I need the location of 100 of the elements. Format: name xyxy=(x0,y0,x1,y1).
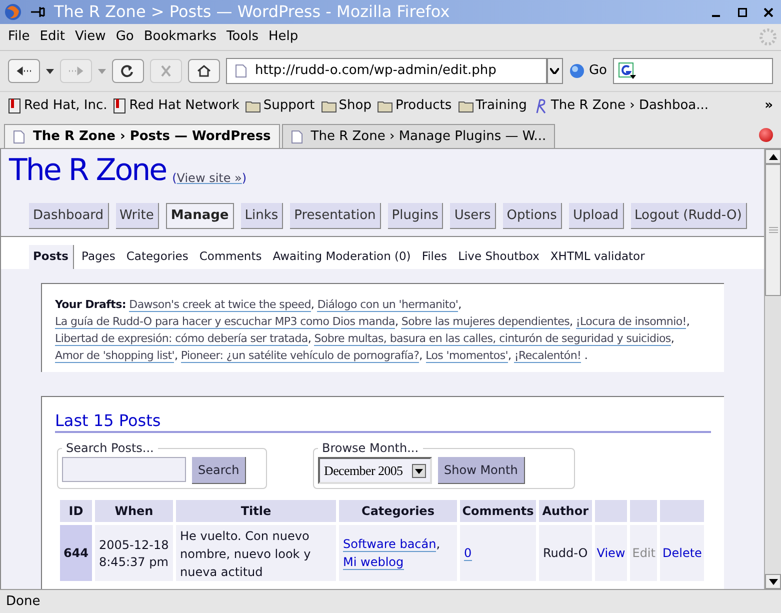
menu-item[interactable]: View xyxy=(70,27,110,47)
folder-icon xyxy=(377,98,394,112)
legend-label: Browse Month... xyxy=(321,440,420,457)
page-icon xyxy=(290,130,303,144)
drafts-paragraph: Your Drafts: Dawson's creek at twice the speed, Diálogo con un 'hermanito', La guía de Rudd-O para hacer y escuchar MP3 como Dios manda, Sobre las mujeres dependientes, ¡Locura de insomnio!, Libertad de expresión: cómo debería ser tratada, Sobre multas, basura en las calles, cinturón de seguridad y suicidios, Amor de 'shopping list', Pioneer: ¿un satélite vehículo de pornografía?, Los 'momentos', ¡Recalentón! . xyxy=(55,297,691,364)
menu-item[interactable]: File xyxy=(4,27,34,47)
nav-tab[interactable]: Upload xyxy=(568,203,624,229)
menu-item[interactable]: Go xyxy=(112,27,138,47)
column-header: ID xyxy=(60,500,92,522)
subnav-tab[interactable]: Live Shoutbox xyxy=(454,245,544,269)
subnav-tab[interactable]: XHTML validator xyxy=(546,245,649,269)
reload-button[interactable] xyxy=(112,59,144,83)
legend-label: Search Posts... xyxy=(65,440,155,457)
go-button[interactable]: Go xyxy=(568,61,607,81)
table-cell: Rudd-O xyxy=(539,525,592,581)
draft-link[interactable]: La guía de Rudd-O para hacer y escuchar MP3 como Dios manda xyxy=(55,315,395,329)
draft-link[interactable]: Los 'momentos' xyxy=(426,349,508,363)
bookmark-item[interactable]: Shop xyxy=(320,96,372,116)
subnav-tab[interactable]: Comments xyxy=(195,245,266,269)
draft-link[interactable]: Amor de 'shopping list' xyxy=(55,349,174,363)
table-cell: 2005-12-18 8:45:37 pm xyxy=(95,525,173,581)
grip-icon xyxy=(768,227,778,233)
nav-tab[interactable]: Users xyxy=(450,203,496,229)
search-button[interactable]: Search xyxy=(192,457,246,484)
draft-link[interactable]: Sobre las mujeres dependientes xyxy=(401,315,570,329)
section-heading: Last 15 Posts xyxy=(55,411,711,433)
browser-tab[interactable]: The R Zone › Posts — WordPress xyxy=(4,124,280,148)
throbber-icon xyxy=(759,28,777,46)
menu-item[interactable]: Help xyxy=(264,27,302,47)
column-header: Categories xyxy=(339,500,457,522)
nav-tab[interactable]: Options xyxy=(502,203,562,229)
close-tab-button[interactable] xyxy=(759,128,773,142)
show-month-button[interactable]: Show Month xyxy=(438,457,525,484)
bookmark-item[interactable]: The R Zone › Dashboa... xyxy=(532,96,709,116)
subnav-tab[interactable]: Categories xyxy=(122,245,192,269)
category-link[interactable]: Mi weblog xyxy=(343,555,404,570)
search-engine-icon xyxy=(618,62,638,80)
folder-icon xyxy=(458,98,474,112)
page-icon xyxy=(235,64,247,78)
month-select[interactable]: December 2005 xyxy=(318,457,432,484)
draft-link[interactable]: Diálogo con un 'hermanito' xyxy=(317,298,458,312)
column-header: Comments xyxy=(460,500,536,522)
globe-icon xyxy=(568,63,585,79)
draft-link[interactable]: Dawson's creek at twice the speed xyxy=(129,298,311,312)
reload-icon xyxy=(120,64,136,78)
minimize-icon xyxy=(712,15,720,17)
nav-tab[interactable]: Links xyxy=(240,203,284,229)
url-dropdown-button[interactable] xyxy=(546,58,563,84)
nav-tab[interactable]: Logout (Rudd-O) xyxy=(630,203,747,229)
menu-item[interactable]: Edit xyxy=(36,27,69,47)
back-icon xyxy=(16,64,32,78)
arrow-down-icon xyxy=(768,578,778,584)
draft-link[interactable]: Pioneer: ¿un satélite vehículo de pornografía? xyxy=(180,349,420,363)
page-icon xyxy=(13,130,25,144)
bookmark-item[interactable]: Support xyxy=(245,96,315,116)
nav-tab[interactable]: Write xyxy=(116,203,159,229)
column-header: When xyxy=(95,500,173,522)
home-button[interactable] xyxy=(188,59,220,83)
bookmark-item[interactable]: Red Hat, Inc. xyxy=(8,96,108,116)
nav-tab[interactable]: Presentation xyxy=(290,203,381,229)
draft-link[interactable]: ¡Locura de insomnio! xyxy=(576,315,686,329)
browser-tab[interactable]: The R Zone › Manage Plugins — W... xyxy=(282,124,556,148)
pin-icon xyxy=(30,6,46,18)
dropdown-arrow-icon xyxy=(46,68,54,74)
menu-item[interactable]: Bookmarks xyxy=(140,27,220,47)
column-header xyxy=(594,500,628,522)
subnav-tab[interactable]: Pages xyxy=(78,245,120,269)
draft-link[interactable]: Sobre multas, basura en las calles, cinturón de seguridad y suicidios xyxy=(314,332,671,346)
nav-tab[interactable]: Manage xyxy=(166,203,234,229)
address-field[interactable]: http://rudd-o.com/wp-admin/edit.php xyxy=(226,58,547,84)
vertical-scrollbar[interactable] xyxy=(764,149,781,589)
subnav-tab[interactable]: Files xyxy=(418,245,452,269)
maximize-icon xyxy=(738,8,746,16)
subnav-tab[interactable]: Posts xyxy=(29,245,74,269)
back-button[interactable] xyxy=(8,59,40,83)
table-cell: He vuelto. Con nuevo nombre, nuevo look y nueva actitud xyxy=(176,525,336,581)
bookmark-item[interactable]: Training xyxy=(458,96,527,116)
close-icon xyxy=(764,8,772,16)
folder-icon xyxy=(320,98,337,112)
browser-logo-icon xyxy=(4,3,22,21)
status-text: Done xyxy=(6,592,40,611)
comments-link[interactable]: 0 xyxy=(464,546,472,561)
bookmark-item[interactable]: Red Hat Network xyxy=(113,96,240,116)
search-input[interactable] xyxy=(62,457,186,482)
home-icon xyxy=(196,64,212,78)
overflow-chevron[interactable]: » xyxy=(764,96,773,116)
category-link[interactable]: Software bacán xyxy=(343,537,436,552)
nav-tab[interactable]: Dashboard xyxy=(29,203,109,229)
arrow-up-icon xyxy=(768,154,778,160)
search-field[interactable] xyxy=(613,58,773,84)
nav-tab[interactable]: Plugins xyxy=(388,203,444,229)
bookmark-item[interactable]: Products xyxy=(377,96,452,116)
scrollbar-thumb[interactable] xyxy=(765,164,781,296)
subnav-tab[interactable]: Awaiting Moderation (0) xyxy=(268,245,415,269)
bookmark-icon xyxy=(113,98,128,114)
table-cell: 644 xyxy=(60,525,92,581)
view-site-link[interactable]: (View site ») xyxy=(172,169,247,187)
menu-item[interactable]: Tools xyxy=(222,27,263,47)
draft-link[interactable]: Libertad de expresión: cómo debería ser tratada xyxy=(55,332,308,346)
draft-link[interactable]: ¡Recalentón! xyxy=(514,349,582,363)
